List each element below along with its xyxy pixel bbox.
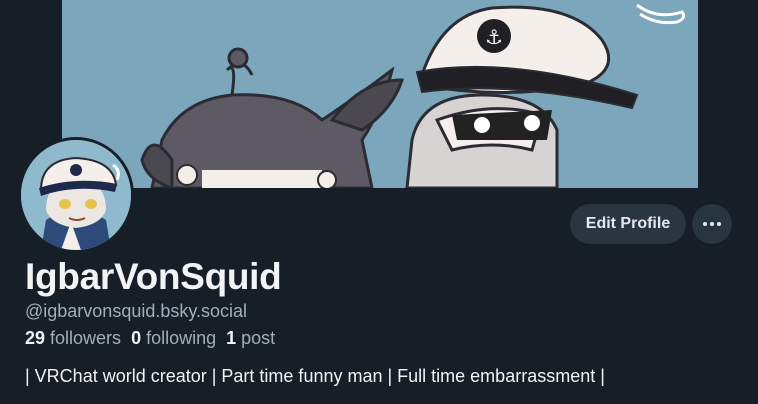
more-options-button[interactable] xyxy=(692,204,732,244)
following-link[interactable]: 0 following xyxy=(131,327,216,349)
avatar[interactable] xyxy=(18,137,134,253)
posts-count-item: 1 post xyxy=(226,327,275,349)
followers-count: 29 xyxy=(25,328,46,348)
edit-profile-button[interactable]: Edit Profile xyxy=(570,204,686,244)
svg-text:⚓: ⚓ xyxy=(485,25,503,49)
following-label: following xyxy=(146,328,217,348)
ellipsis-horizontal-icon xyxy=(703,222,721,226)
followers-label: followers xyxy=(50,328,122,348)
display-name: IgbarVonSquid xyxy=(25,256,282,297)
profile-stats: 29 followers 0 following 1 post xyxy=(25,327,285,349)
profile-banner[interactable]: ⚓ xyxy=(62,0,698,188)
profile-handle: @igbarvonsquid.bsky.social xyxy=(25,301,248,321)
posts-label: post xyxy=(241,328,276,348)
following-count: 0 xyxy=(131,328,142,348)
profile-bio: | VRChat world creator | Part time funny… xyxy=(25,366,605,386)
followers-link[interactable]: 29 followers xyxy=(25,327,121,349)
posts-count: 1 xyxy=(226,328,237,348)
